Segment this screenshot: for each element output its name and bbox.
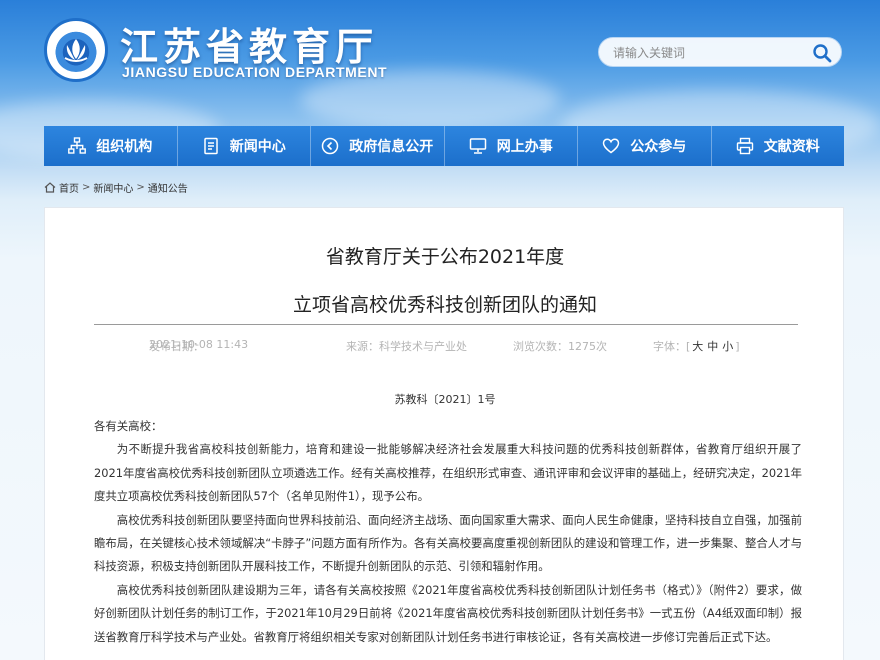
breadcrumb-separator: > — [136, 181, 145, 193]
paragraph: 高校优秀科技创新团队要坚持面向世界科技前沿、面向经济主战场、面向国家重大需求、面… — [94, 512, 802, 574]
nav-item-news[interactable]: 新闻中心 — [176, 126, 311, 166]
nav-item-label: 文献资料 — [763, 139, 820, 155]
font-size-large[interactable]: 大 — [692, 340, 703, 353]
lotus-emblem-icon — [44, 18, 108, 82]
nav-item-label: 新闻中心 — [229, 139, 286, 155]
source-label: 来源： — [346, 340, 379, 353]
nav-item-documents[interactable]: 文献资料 — [710, 126, 845, 166]
nav-item-public-participation[interactable]: 公众参与 — [577, 126, 711, 166]
nav-item-label: 组织机构 — [96, 139, 153, 155]
breadcrumb-separator: > — [82, 181, 91, 193]
nav-item-gov-info[interactable]: 政府信息公开 — [310, 126, 444, 166]
document-icon — [202, 137, 220, 155]
breadcrumb-notices[interactable]: 通知公告 — [148, 180, 188, 195]
publish-date: 发布日期： 2021-10-08 11:43 — [149, 338, 248, 353]
site-logo[interactable]: 江苏省教育厅 JIANGSU EDUCATION DEPARTMENT — [44, 14, 404, 84]
nav-item-online-services[interactable]: 网上办事 — [443, 126, 578, 166]
article-title-line2: 立项省高校优秀科技创新团队的通知 — [292, 294, 597, 316]
view-count: 浏览次数：1275次 — [513, 338, 607, 354]
font-size-switcher: 字体：[大中小] — [653, 338, 740, 354]
nav-item-label: 政府信息公开 — [349, 139, 434, 155]
heart-icon — [602, 137, 620, 155]
paragraph: 为不断提升我省高校科技创新能力，培育和建设一批能够解决经济社会发展重大科技问题的… — [94, 442, 802, 504]
search-icon — [813, 44, 832, 63]
breadcrumb-news-center[interactable]: 新闻中心 — [93, 180, 133, 195]
salutation: 各有关高校： — [94, 419, 163, 433]
nav-item-organization[interactable]: 组织机构 — [44, 126, 177, 166]
nav-item-label: 公众参与 — [630, 139, 687, 155]
article-body: 各有关高校： 为不断提升我省高校科技创新能力，培育和建设一批能够解决经济社会发展… — [94, 415, 802, 649]
site-title: 江苏省教育厅 — [120, 25, 379, 69]
source: 来源：科学技术与产业处 — [346, 338, 467, 354]
article-panel: 省教育厅关于公布2021年度 立项省高校优秀科技创新团队的通知 发布日期： 202… — [44, 207, 844, 660]
search-box — [598, 37, 842, 67]
article-title-line1: 省教育厅关于公布2021年度 — [325, 246, 565, 268]
source-value: 科学技术与产业处 — [379, 340, 467, 353]
computer-icon — [469, 137, 487, 155]
main-nav: 组织机构 新闻中心 政府信息公开 网上办事 公众参与 文献资料 — [44, 126, 844, 166]
title-divider — [94, 324, 798, 325]
font-size-medium[interactable]: 中 — [707, 340, 718, 353]
publish-date-label: 发布日期： — [149, 340, 204, 353]
play-circle-icon — [321, 137, 339, 155]
breadcrumb: 首页 > 新闻中心 > 通知公告 — [44, 180, 188, 195]
view-count-value: 1275次 — [568, 340, 607, 353]
view-count-label: 浏览次数： — [513, 340, 568, 353]
search-button[interactable] — [811, 42, 833, 64]
font-size-label: 字体： — [653, 340, 686, 353]
document-number: 苏教科〔2021〕1号 — [394, 393, 496, 406]
font-size-small[interactable]: 小 — [722, 340, 733, 353]
site-subtitle: JIANGSU EDUCATION DEPARTMENT — [122, 64, 388, 80]
bracket-open: [ — [686, 340, 691, 353]
search-input[interactable] — [613, 43, 803, 63]
printer-icon — [736, 137, 754, 155]
bracket-close: ] — [735, 340, 740, 353]
breadcrumb-home[interactable]: 首页 — [59, 180, 79, 195]
article-meta: 发布日期： 2021-10-08 11:43 来源：科学技术与产业处 浏览次数：1… — [45, 338, 845, 354]
paragraph: 高校优秀科技创新团队建设期为三年，请各有关高校按照《2021年度省高校优秀科技创… — [94, 582, 802, 644]
nav-item-label: 网上办事 — [496, 139, 553, 155]
home-icon — [44, 181, 56, 193]
org-chart-icon — [68, 137, 87, 155]
